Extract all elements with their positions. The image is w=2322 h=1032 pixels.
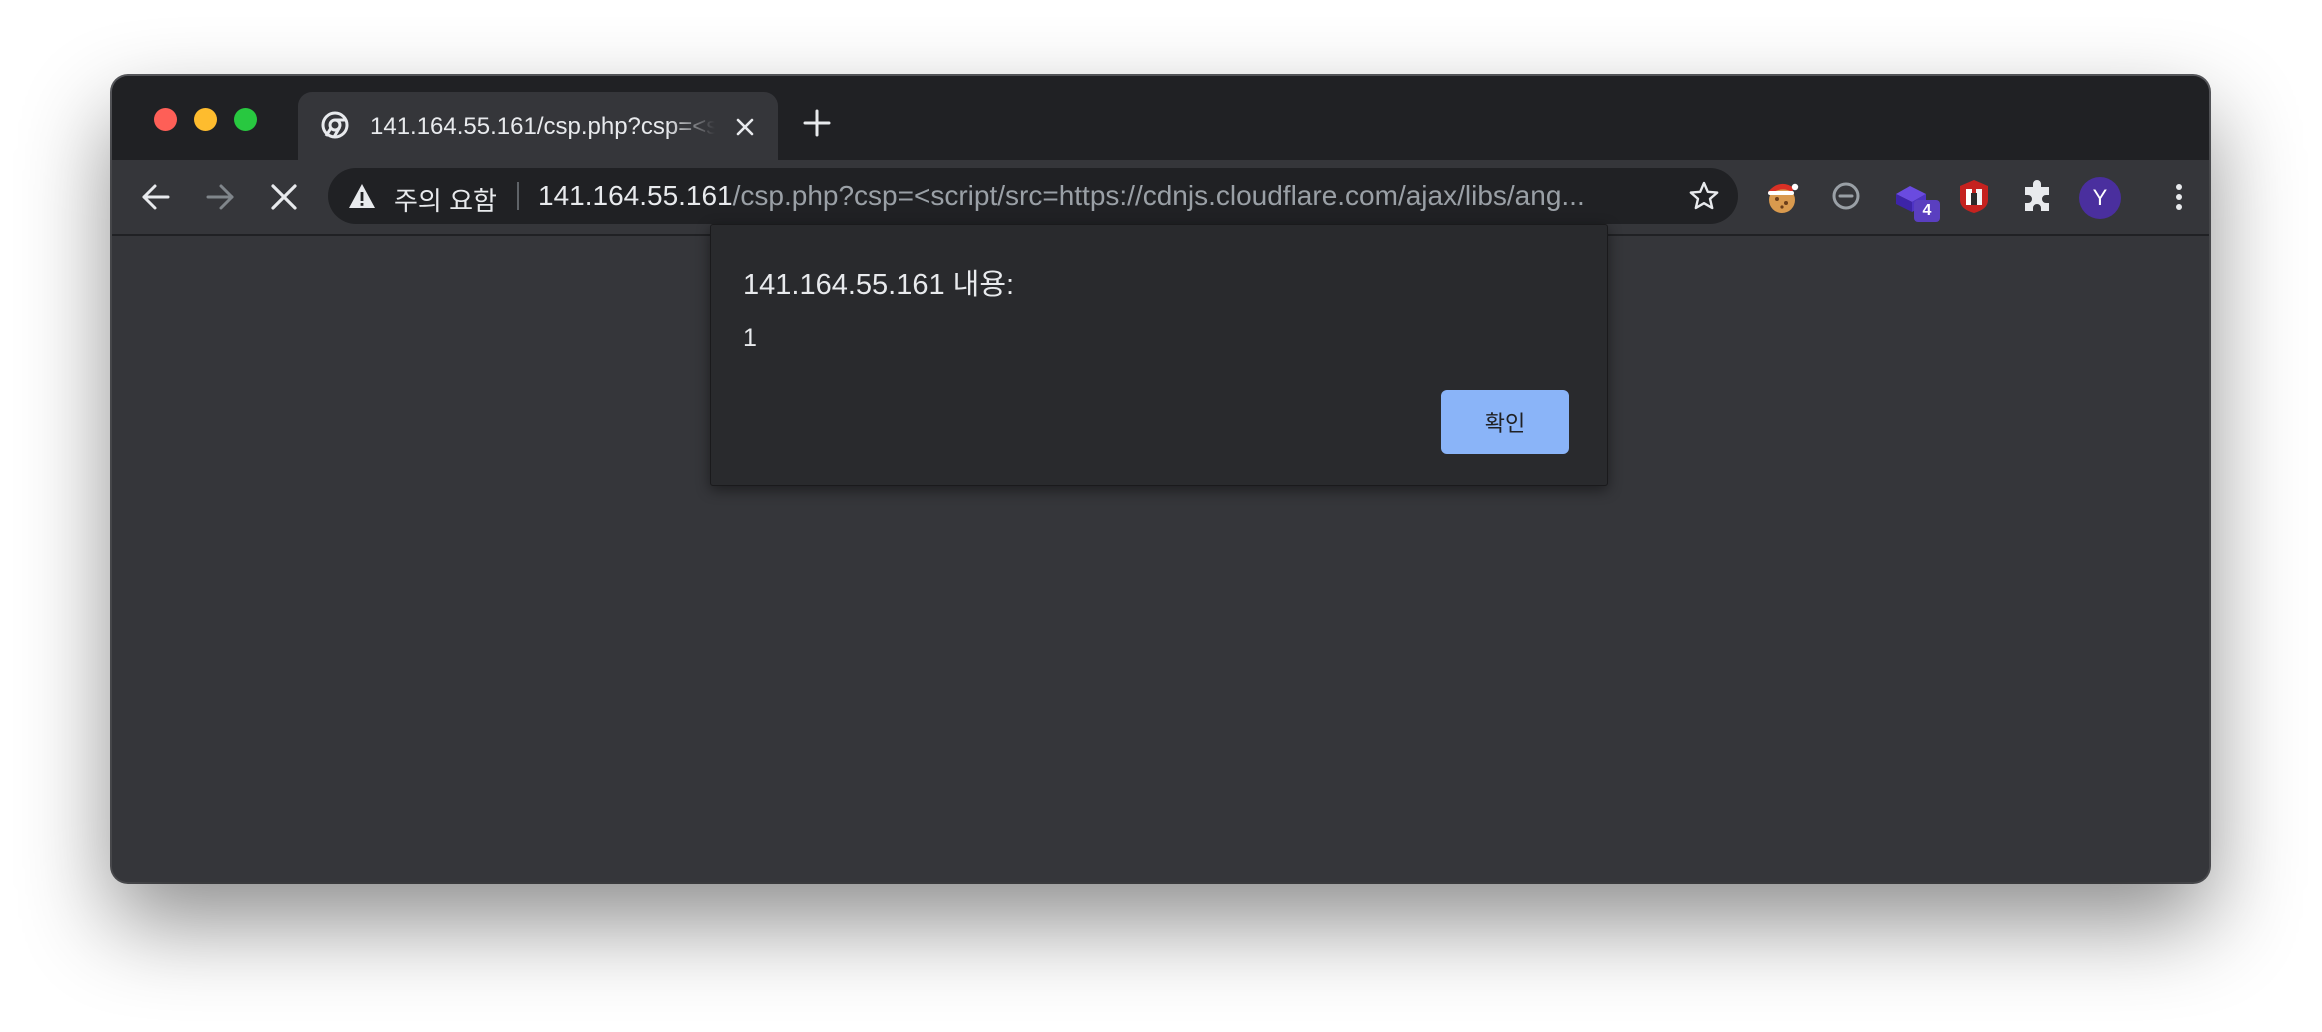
browser-window: 141.164.55.161/csp.php?csp=<script/src=h… bbox=[112, 76, 2209, 882]
ok-button[interactable]: 확인 bbox=[1441, 390, 1569, 454]
red-shield-icon bbox=[1960, 180, 1988, 213]
minus-circle-icon bbox=[1832, 182, 1860, 210]
stop-loading-icon[interactable] bbox=[266, 179, 302, 215]
forward-arrow-icon[interactable] bbox=[202, 179, 238, 215]
warning-triangle-icon[interactable] bbox=[348, 183, 376, 209]
minus-circle-extension-icon[interactable] bbox=[1826, 176, 1866, 216]
bookmark-star-icon[interactable] bbox=[1688, 180, 1720, 212]
alert-dialog: 141.164.55.161 내용: 1 확인 bbox=[710, 224, 1608, 486]
extension-badge: 4 bbox=[1914, 200, 1940, 222]
new-tab-icon[interactable] bbox=[800, 106, 834, 140]
omnibox-divider bbox=[517, 182, 519, 210]
cookie-icon bbox=[1768, 183, 1799, 213]
url-text[interactable]: 141.164.55.161/csp.php?csp=<script/src=h… bbox=[538, 180, 1668, 212]
url-path: /csp.php?csp=<script/src=https://cdnjs.c… bbox=[732, 180, 1585, 211]
minimize-window-button[interactable] bbox=[194, 108, 217, 131]
address-bar[interactable]: 주의 요함 141.164.55.161/csp.php?csp=<script… bbox=[328, 168, 1738, 224]
zoom-window-button[interactable] bbox=[234, 108, 257, 131]
active-tab[interactable]: 141.164.55.161/csp.php?csp=<script/src=h… bbox=[298, 92, 778, 160]
puzzle-icon[interactable] bbox=[2018, 178, 2056, 216]
kebab-menu-icon[interactable] bbox=[2167, 179, 2191, 215]
back-arrow-icon[interactable] bbox=[138, 179, 174, 215]
profile-avatar[interactable]: Y bbox=[2079, 177, 2121, 219]
security-status-label[interactable]: 주의 요함 bbox=[394, 181, 497, 218]
santa-cookie-extension-icon[interactable] bbox=[1762, 176, 1802, 216]
tab-title: 141.164.55.161/csp.php?csp=<script/src=h… bbox=[370, 113, 715, 140]
tab-close-icon[interactable] bbox=[730, 112, 760, 142]
red-extension-icon[interactable] bbox=[1954, 176, 1994, 216]
dialog-title: 141.164.55.161 내용: bbox=[743, 269, 1015, 301]
close-window-button[interactable] bbox=[154, 108, 177, 131]
chrome-loading-icon bbox=[321, 111, 349, 139]
url-host: 141.164.55.161 bbox=[538, 180, 733, 211]
cube-extension-icon[interactable]: 4 bbox=[1892, 176, 1940, 222]
tab-strip: 141.164.55.161/csp.php?csp=<script/src=h… bbox=[112, 76, 2209, 160]
dialog-message: 1 bbox=[743, 324, 757, 352]
